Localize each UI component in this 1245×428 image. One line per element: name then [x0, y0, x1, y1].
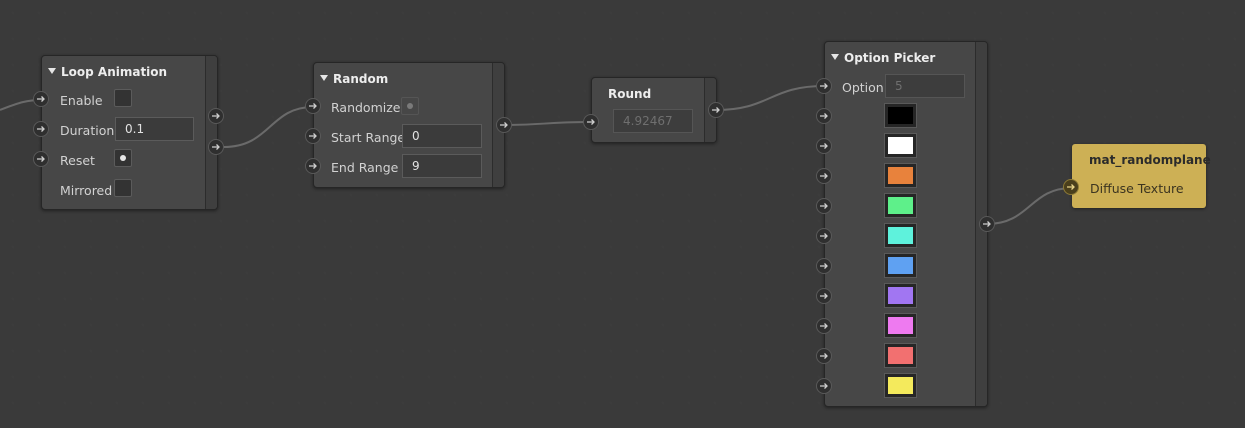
color-swatch-1[interactable] [884, 103, 917, 128]
option-input-port[interactable] [816, 78, 832, 94]
collapse-triangle-icon[interactable] [320, 75, 328, 81]
mirrored-checkbox[interactable] [114, 179, 132, 197]
option-picker-output-port[interactable] [979, 216, 995, 232]
node-title: Loop Animation [48, 65, 167, 79]
arrow-right-icon [309, 133, 317, 139]
color-4-input-port[interactable] [816, 198, 832, 214]
color-8-input-port[interactable] [816, 318, 832, 334]
arrow-right-icon [820, 323, 828, 329]
arrow-right-icon [1067, 184, 1075, 190]
node-title: Option Picker [831, 51, 935, 65]
color-7-input-port[interactable] [816, 288, 832, 304]
reset-button[interactable] [114, 149, 132, 167]
arrow-right-icon [820, 353, 828, 359]
node-title: Round [608, 87, 652, 101]
color-swatch-9[interactable] [884, 343, 917, 368]
randomize-label: Randomize [331, 100, 401, 115]
color-swatch-8[interactable] [884, 313, 917, 338]
random-output-port[interactable] [496, 117, 512, 133]
end-range-field[interactable]: 9 [402, 154, 482, 178]
color-swatch-5[interactable] [884, 223, 917, 248]
loop-output-port-1[interactable] [208, 108, 224, 124]
option-label: Option [842, 80, 884, 95]
color-swatch-7[interactable] [884, 283, 917, 308]
collapse-triangle-icon[interactable] [831, 54, 839, 60]
arrow-right-icon [309, 163, 317, 169]
start-range-label: Start Range [331, 130, 406, 145]
end-range-label: End Range [331, 160, 399, 175]
diffuse-texture-label: Diffuse Texture [1090, 181, 1184, 196]
arrow-right-icon [212, 144, 220, 150]
arrow-right-icon [820, 143, 828, 149]
arrow-right-icon [500, 122, 508, 128]
option-field: 5 [885, 74, 965, 98]
round-value-field: 4.92467 [613, 109, 693, 133]
reset-label: Reset [60, 153, 95, 168]
color-1-input-port[interactable] [816, 108, 832, 124]
arrow-right-icon [983, 221, 991, 227]
material-title: mat_randomplane [1089, 153, 1211, 167]
randomize-input-port[interactable] [305, 98, 321, 114]
arrow-right-icon [37, 156, 45, 162]
color-3-input-port[interactable] [816, 168, 832, 184]
color-swatch-4[interactable] [884, 193, 917, 218]
randomize-button[interactable] [401, 97, 419, 115]
start-range-input-port[interactable] [305, 128, 321, 144]
node-title-text: Loop Animation [61, 65, 168, 79]
color-10-input-port[interactable] [816, 378, 832, 394]
arrow-right-icon [820, 203, 828, 209]
color-swatch-6[interactable] [884, 253, 917, 278]
color-swatch-10[interactable] [884, 373, 917, 398]
arrow-right-icon [309, 103, 317, 109]
node-title-text: Random [333, 72, 389, 86]
arrow-right-icon [712, 107, 720, 113]
arrow-right-icon [587, 119, 595, 125]
end-range-input-port[interactable] [305, 158, 321, 174]
round-output-port[interactable] [708, 102, 724, 118]
color-swatch-2[interactable] [884, 133, 917, 158]
diffuse-texture-input-port[interactable] [1063, 179, 1079, 195]
arrow-right-icon [820, 293, 828, 299]
duration-input-port[interactable] [33, 121, 49, 137]
color-2-input-port[interactable] [816, 138, 832, 154]
duration-field[interactable]: 0.1 [115, 117, 194, 141]
arrow-right-icon [820, 83, 828, 89]
arrow-right-icon [820, 233, 828, 239]
mirrored-label: Mirrored [60, 183, 113, 198]
arrow-right-icon [820, 383, 828, 389]
color-6-input-port[interactable] [816, 258, 832, 274]
enable-checkbox[interactable] [114, 89, 132, 107]
color-swatch-3[interactable] [884, 163, 917, 188]
enable-label: Enable [60, 93, 103, 108]
node-title: Random [320, 72, 388, 86]
color-5-input-port[interactable] [816, 228, 832, 244]
arrow-right-icon [820, 173, 828, 179]
arrow-right-icon [820, 263, 828, 269]
collapse-triangle-icon[interactable] [48, 68, 56, 74]
node-title-text: Option Picker [844, 51, 936, 65]
arrow-right-icon [37, 126, 45, 132]
material-node[interactable]: mat_randomplane Diffuse Texture [1072, 144, 1211, 208]
arrow-right-icon [37, 96, 45, 102]
start-range-field[interactable]: 0 [402, 124, 482, 148]
round-input-port[interactable] [583, 114, 599, 130]
arrow-right-icon [820, 113, 828, 119]
color-9-input-port[interactable] [816, 348, 832, 364]
output-column [205, 56, 217, 209]
enable-input-port[interactable] [33, 91, 49, 107]
arrow-right-icon [212, 113, 220, 119]
loop-output-port-2[interactable] [208, 139, 224, 155]
duration-label: Duration [60, 123, 115, 138]
reset-input-port[interactable] [33, 151, 49, 167]
